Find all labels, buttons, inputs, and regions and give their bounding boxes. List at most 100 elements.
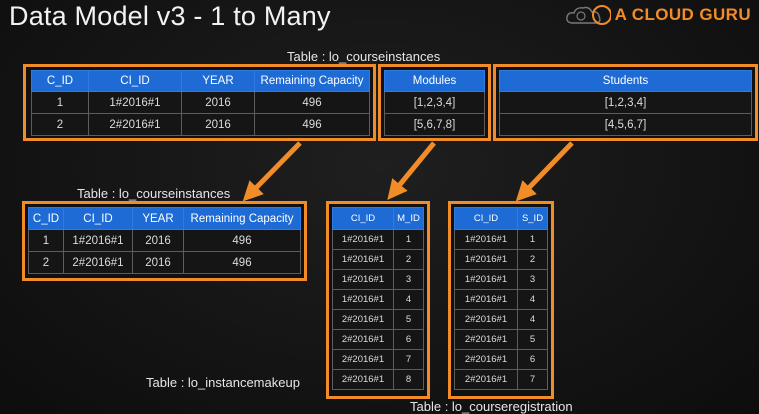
table-cell: 7 bbox=[393, 349, 424, 370]
top-students-table: Students [1,2,3,4] [4,5,6,7] bbox=[499, 70, 752, 136]
table-cell: 1 bbox=[31, 91, 89, 114]
table-cell: 4 bbox=[517, 309, 548, 330]
table-cell: 1#2016#1 bbox=[63, 229, 133, 252]
makeup-table: CI_ID M_ID 1#2016#1 1 1#2016#1 2 1#2016#1 3… bbox=[332, 207, 424, 390]
table-row: 1#2016#1 3 bbox=[454, 269, 548, 290]
table-cell: 2 bbox=[28, 251, 64, 274]
table-cell: 6 bbox=[517, 349, 548, 370]
table-cell: [4,5,6,7] bbox=[499, 113, 752, 136]
table-row: 2 2#2016#1 2016 496 bbox=[28, 251, 301, 274]
table-cell: 2016 bbox=[132, 251, 184, 274]
table-cell: 2#2016#1 bbox=[454, 309, 518, 330]
table-cell: 1#2016#1 bbox=[454, 269, 518, 290]
table-cell: 496 bbox=[254, 91, 370, 114]
column-header: YEAR bbox=[132, 207, 184, 230]
arrow-to-left-table bbox=[242, 141, 302, 202]
table-row: 2#2016#1 7 bbox=[332, 349, 424, 370]
table-cell: 1#2016#1 bbox=[332, 249, 394, 270]
brand-logo: A CLOUD GURU bbox=[565, 3, 751, 27]
table-cell: 1#2016#1 bbox=[332, 289, 394, 310]
table-cell: 4 bbox=[517, 289, 548, 310]
column-header: YEAR bbox=[181, 70, 255, 92]
table-row: 1#2016#1 2 bbox=[454, 249, 548, 270]
table-row: 2#2016#1 6 bbox=[454, 349, 548, 370]
table-cell: 3 bbox=[393, 269, 424, 290]
table-cell: 1#2016#1 bbox=[454, 229, 518, 250]
table-row: [1,2,3,4] bbox=[499, 91, 752, 114]
table-cell: [5,6,7,8] bbox=[384, 113, 485, 136]
table-row: 2#2016#1 5 bbox=[454, 329, 548, 350]
table-cell: 1 bbox=[393, 229, 424, 250]
table-row: 2#2016#1 8 bbox=[332, 369, 424, 390]
table-row: 2 2#2016#1 2016 496 bbox=[31, 113, 370, 136]
table-cell: 7 bbox=[517, 369, 548, 390]
table-cell: 1#2016#1 bbox=[332, 229, 394, 250]
table-row: 2#2016#1 7 bbox=[454, 369, 548, 390]
table-row: [5,6,7,8] bbox=[384, 113, 485, 136]
table-cell: 2#2016#1 bbox=[454, 349, 518, 370]
table-cell: 5 bbox=[393, 309, 424, 330]
arrow-to-makeup-table bbox=[387, 141, 436, 200]
column-header: C_ID bbox=[28, 207, 64, 230]
table-cell: 6 bbox=[393, 329, 424, 350]
table-cell: 1#2016#1 bbox=[332, 269, 394, 290]
column-header: CI_ID bbox=[88, 70, 182, 92]
table-cell: 2#2016#1 bbox=[88, 113, 182, 136]
table-cell: 2016 bbox=[181, 91, 255, 114]
table-row: [4,5,6,7] bbox=[499, 113, 752, 136]
column-header: Remaining Capacity bbox=[254, 70, 370, 92]
column-header: S_ID bbox=[517, 207, 548, 230]
table-cell: 2 bbox=[31, 113, 89, 136]
table-row: 1 1#2016#1 2016 496 bbox=[28, 229, 301, 252]
table-cell: 2#2016#1 bbox=[332, 329, 394, 350]
table-cell: [1,2,3,4] bbox=[384, 91, 485, 114]
column-header: Remaining Capacity bbox=[183, 207, 301, 230]
table-cell: 2 bbox=[393, 249, 424, 270]
registration-table: CI_ID S_ID 1#2016#1 1 1#2016#1 2 1#2016#1 3… bbox=[454, 207, 548, 390]
table-cell: 2#2016#1 bbox=[454, 329, 518, 350]
table-cell: 496 bbox=[254, 113, 370, 136]
top-main-table: C_ID CI_ID YEAR Remaining Capacity 1 1#2… bbox=[31, 70, 370, 136]
table-row: 1#2016#1 2 bbox=[332, 249, 424, 270]
caption-left-table: Table : lo_courseinstances bbox=[77, 186, 231, 201]
column-header: C_ID bbox=[31, 70, 89, 92]
table-cell: 2 bbox=[517, 249, 548, 270]
caption-makeup-table: Table : lo_instancemakeup bbox=[146, 375, 300, 390]
table-cell: 5 bbox=[517, 329, 548, 350]
table-cell: 496 bbox=[183, 229, 301, 252]
table-row: 1#2016#1 3 bbox=[332, 269, 424, 290]
table-cell: 2#2016#1 bbox=[454, 369, 518, 390]
table-row: 2#2016#1 5 bbox=[332, 309, 424, 330]
brand-name: A CLOUD GURU bbox=[614, 5, 751, 24]
table-cell: 2016 bbox=[181, 113, 255, 136]
table-cell: 8 bbox=[393, 369, 424, 390]
table-row: 2#2016#1 6 bbox=[332, 329, 424, 350]
table-cell: 4 bbox=[393, 289, 424, 310]
table-row: 1#2016#1 1 bbox=[332, 229, 424, 250]
column-header: Students bbox=[499, 70, 752, 92]
left-table: C_ID CI_ID YEAR Remaining Capacity 1 1#2… bbox=[28, 207, 301, 274]
table-cell: [1,2,3,4] bbox=[499, 91, 752, 114]
cloud-logo-icon bbox=[565, 5, 611, 25]
column-header: CI_ID bbox=[332, 207, 394, 230]
table-cell: 3 bbox=[517, 269, 548, 290]
table-cell: 2#2016#1 bbox=[332, 369, 394, 390]
caption-registration-table: Table : lo_courseregistration bbox=[410, 399, 573, 414]
top-modules-table: Modules [1,2,3,4] [5,6,7,8] bbox=[384, 70, 485, 136]
table-cell: 1 bbox=[517, 229, 548, 250]
table-row: 1 1#2016#1 2016 496 bbox=[31, 91, 370, 114]
table-cell: 2#2016#1 bbox=[332, 349, 394, 370]
table-cell: 1#2016#1 bbox=[454, 249, 518, 270]
table-row: 1#2016#1 4 bbox=[332, 289, 424, 310]
column-header: M_ID bbox=[393, 207, 424, 230]
table-cell: 2#2016#1 bbox=[332, 309, 394, 330]
column-header: Modules bbox=[384, 70, 485, 92]
column-header: CI_ID bbox=[454, 207, 518, 230]
arrow-to-registration-table bbox=[515, 141, 574, 202]
table-cell: 2016 bbox=[132, 229, 184, 252]
table-cell: 1#2016#1 bbox=[88, 91, 182, 114]
table-cell: 1 bbox=[28, 229, 64, 252]
column-header: CI_ID bbox=[63, 207, 133, 230]
table-row: [1,2,3,4] bbox=[384, 91, 485, 114]
table-cell: 2#2016#1 bbox=[63, 251, 133, 274]
